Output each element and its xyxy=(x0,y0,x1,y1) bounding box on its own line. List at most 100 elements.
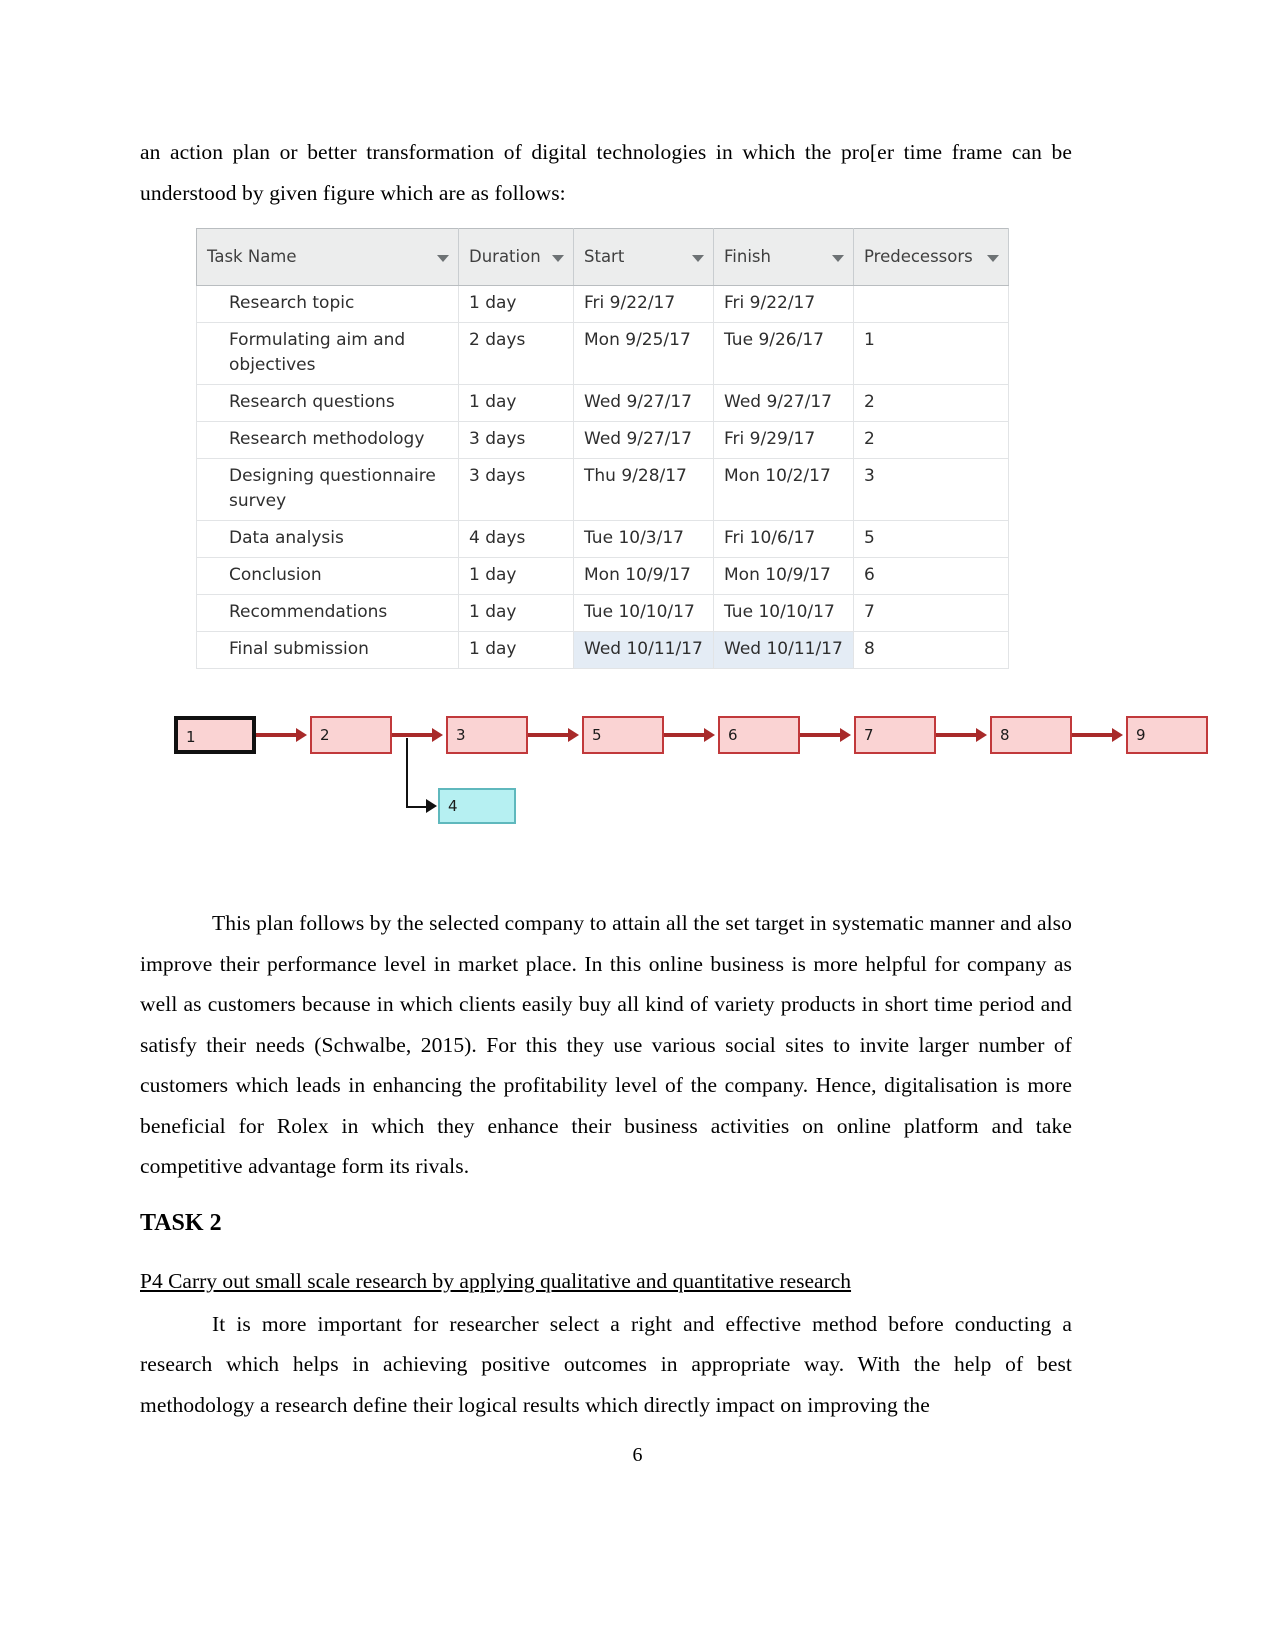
filter-dropdown-arrow-icon[interactable] xyxy=(987,255,999,262)
task2-section: TASK 2 P4 Carry out small scale research… xyxy=(140,1203,1072,1425)
cell-start: Mon 9/25/17 xyxy=(573,322,714,385)
intro-paragraph: an action plan or better transformation … xyxy=(140,140,1072,205)
arrowhead-icon xyxy=(568,728,579,742)
cell-predecessors: 7 xyxy=(853,594,1009,632)
network-precedence-diagram: 1 2 3 5 6 7 8 9 4 xyxy=(174,700,1208,850)
sub-heading: P4 Carry out small scale research by app… xyxy=(140,1269,852,1293)
connector-3-5 xyxy=(528,733,570,737)
column-header-label: Task Name xyxy=(207,246,297,266)
filter-dropdown-arrow-icon[interactable] xyxy=(437,255,449,262)
cell-task-name: Data analysis xyxy=(196,520,459,558)
diagram-node-9[interactable]: 9 xyxy=(1126,716,1208,754)
final-paragraph: It is more important for researcher sele… xyxy=(140,1311,1072,1417)
cell-finish: Mon 10/9/17 xyxy=(713,557,854,595)
arrowhead-icon xyxy=(296,728,307,742)
cell-predecessors: 2 xyxy=(853,384,1009,422)
cell-start: Mon 10/9/17 xyxy=(573,557,714,595)
diagram-node-6[interactable]: 6 xyxy=(718,716,800,754)
table-row[interactable]: Formulating aim and objectives 2 days Mo… xyxy=(196,322,1009,385)
arrowhead-icon xyxy=(1112,728,1123,742)
connector-8-9 xyxy=(1072,733,1114,737)
table-row[interactable]: Recommendations 1 day Tue 10/10/17 Tue 1… xyxy=(196,594,1009,632)
document-page: an action plan or better transformation … xyxy=(0,0,1275,1650)
cell-duration: 1 day xyxy=(458,557,574,595)
table-row[interactable]: Research methodology 3 days Wed 9/27/17 … xyxy=(196,421,1009,459)
diagram-node-5[interactable]: 5 xyxy=(582,716,664,754)
column-header-predecessors[interactable]: Predecessors xyxy=(853,228,1009,286)
intro-paragraph-block: an action plan or better transformation … xyxy=(140,132,1072,213)
cell-predecessors xyxy=(853,285,1009,323)
cell-finish: Tue 10/10/17 xyxy=(713,594,854,632)
after-diagram-paragraph: This plan follows by the selected compan… xyxy=(140,911,1072,1178)
table-row[interactable]: Research topic 1 day Fri 9/22/17 Fri 9/2… xyxy=(196,285,1009,323)
arrowhead-icon xyxy=(840,728,851,742)
cell-task-name: Research questions xyxy=(196,384,459,422)
cell-task-name: Designing questionnaire survey xyxy=(196,458,459,521)
cell-finish: Tue 9/26/17 xyxy=(713,322,854,385)
cell-task-name: Conclusion xyxy=(196,557,459,595)
column-header-label: Duration xyxy=(469,246,541,266)
cell-start: Tue 10/10/17 xyxy=(573,594,714,632)
cell-start: Wed 10/11/17 xyxy=(573,631,714,669)
arrowhead-icon xyxy=(976,728,987,742)
filter-dropdown-arrow-icon[interactable] xyxy=(832,255,844,262)
column-header-label: Start xyxy=(584,246,625,266)
table-row[interactable]: Final submission 1 day Wed 10/11/17 Wed … xyxy=(196,631,1009,669)
cell-predecessors: 6 xyxy=(853,557,1009,595)
cell-start: Fri 9/22/17 xyxy=(573,285,714,323)
cell-finish: Wed 10/11/17 xyxy=(713,631,854,669)
connector-7-8 xyxy=(936,733,978,737)
connector-6-7 xyxy=(800,733,842,737)
cell-duration: 2 days xyxy=(458,322,574,385)
arrowhead-icon xyxy=(426,799,437,813)
diagram-node-4[interactable]: 4 xyxy=(438,788,516,824)
diagram-node-2[interactable]: 2 xyxy=(310,716,392,754)
body-paragraph-block: This plan follows by the selected compan… xyxy=(140,903,1072,1187)
cell-start: Wed 9/27/17 xyxy=(573,384,714,422)
diagram-node-3[interactable]: 3 xyxy=(446,716,528,754)
cell-predecessors: 2 xyxy=(853,421,1009,459)
cell-task-name: Research topic xyxy=(196,285,459,323)
cell-start: Thu 9/28/17 xyxy=(573,458,714,521)
diagram-node-8[interactable]: 8 xyxy=(990,716,1072,754)
branch-line-horizontal xyxy=(406,806,428,808)
project-schedule-table-wrapper: Task Name Duration Start Finish Predeces… xyxy=(196,228,1009,669)
table-row[interactable]: Data analysis 4 days Tue 10/3/17 Fri 10/… xyxy=(196,520,1009,558)
cell-duration: 1 day xyxy=(458,594,574,632)
filter-dropdown-arrow-icon[interactable] xyxy=(692,255,704,262)
table-row[interactable]: Designing questionnaire survey 3 days Th… xyxy=(196,458,1009,521)
filter-dropdown-arrow-icon[interactable] xyxy=(552,255,564,262)
cell-duration: 4 days xyxy=(458,520,574,558)
column-header-label: Finish xyxy=(724,246,771,266)
column-header-finish[interactable]: Finish xyxy=(713,228,854,286)
table-row[interactable]: Conclusion 1 day Mon 10/9/17 Mon 10/9/17… xyxy=(196,557,1009,595)
table-row[interactable]: Research questions 1 day Wed 9/27/17 Wed… xyxy=(196,384,1009,422)
connector-2-3 xyxy=(392,733,434,737)
column-header-start[interactable]: Start xyxy=(573,228,714,286)
cell-predecessors: 8 xyxy=(853,631,1009,669)
arrowhead-icon xyxy=(432,728,443,742)
cell-duration: 1 day xyxy=(458,631,574,669)
column-header-duration[interactable]: Duration xyxy=(458,228,574,286)
cell-start: Wed 9/27/17 xyxy=(573,421,714,459)
cell-predecessors: 3 xyxy=(853,458,1009,521)
cell-duration: 1 day xyxy=(458,285,574,323)
cell-task-name: Research methodology xyxy=(196,421,459,459)
column-header-task-name[interactable]: Task Name xyxy=(196,228,459,286)
diagram-node-7[interactable]: 7 xyxy=(854,716,936,754)
project-schedule-table: Task Name Duration Start Finish Predeces… xyxy=(196,228,1009,669)
connector-1-2 xyxy=(256,733,298,737)
cell-finish: Mon 10/2/17 xyxy=(713,458,854,521)
cell-finish: Fri 9/29/17 xyxy=(713,421,854,459)
diagram-node-1[interactable]: 1 xyxy=(174,716,256,754)
cell-duration: 1 day xyxy=(458,384,574,422)
column-header-label: Predecessors xyxy=(864,246,973,266)
cell-predecessors: 5 xyxy=(853,520,1009,558)
cell-duration: 3 days xyxy=(458,421,574,459)
connector-5-6 xyxy=(664,733,706,737)
table-header-row: Task Name Duration Start Finish Predeces… xyxy=(196,228,1009,286)
cell-duration: 3 days xyxy=(458,458,574,521)
cell-predecessors: 1 xyxy=(853,322,1009,385)
cell-task-name: Recommendations xyxy=(196,594,459,632)
branch-line-vertical xyxy=(406,738,408,806)
